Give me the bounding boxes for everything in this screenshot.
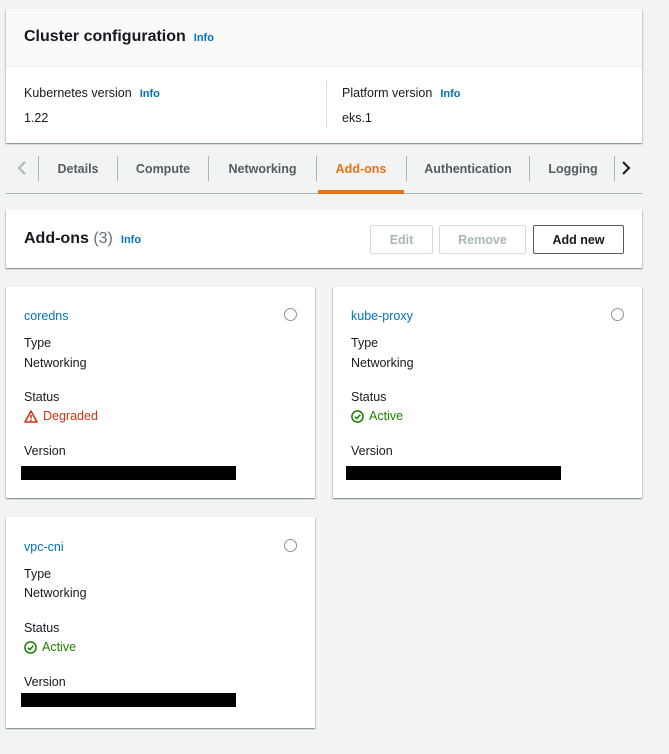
tab-separator — [316, 156, 317, 181]
check-circle-icon — [351, 409, 364, 423]
status-text: Degraded — [43, 409, 98, 423]
version-redacted — [346, 466, 561, 480]
cluster-configuration-title: Cluster configuration — [24, 28, 186, 45]
edit-button[interactable]: Edit — [370, 225, 433, 254]
version-label: Version — [24, 675, 66, 689]
type-label: Type — [351, 336, 379, 350]
version-label: Version — [24, 444, 66, 458]
type-value: Networking — [351, 356, 414, 370]
status-value: Active — [351, 409, 403, 423]
cluster-configuration-info-link[interactable]: Info — [194, 32, 214, 44]
version-label: Version — [351, 444, 393, 458]
add-on-name-link[interactable]: coredns — [24, 309, 68, 323]
type-label: Type — [24, 567, 52, 581]
kubernetes-version-info-link[interactable]: Info — [140, 88, 160, 100]
add-ons-title-row: Add-ons (3) Info — [24, 230, 141, 248]
column-divider — [326, 81, 327, 127]
chevron-right-icon — [622, 161, 631, 175]
add-new-button[interactable]: Add new — [533, 225, 624, 254]
status-label: Status — [24, 621, 60, 635]
cluster-configuration-panel: Cluster configuration Info Kubernetes ver… — [6, 9, 642, 143]
add-ons-count: (3) — [93, 230, 113, 247]
add-ons-info-link[interactable]: Info — [121, 234, 141, 246]
add-on-card-coredns: coredns Type Networking Status Degraded … — [6, 287, 315, 498]
type-value: Networking — [24, 356, 87, 370]
status-value: Degraded — [24, 409, 98, 423]
add-on-select-radio[interactable] — [284, 308, 297, 321]
tab-details[interactable]: Details — [39, 144, 117, 193]
tab-scroll-right-button[interactable] — [615, 156, 637, 180]
status-label: Status — [351, 390, 387, 404]
add-on-name-link[interactable]: kube-proxy — [351, 309, 413, 323]
kubernetes-version-value: 1.22 — [24, 111, 49, 125]
kubernetes-version-label: Kubernetes version — [24, 86, 132, 100]
cluster-configuration-title-row: Cluster configuration Info — [24, 28, 214, 46]
tab-scroll-left-button[interactable] — [11, 156, 33, 180]
type-label: Type — [24, 336, 52, 350]
add-on-name-link[interactable]: vpc-cni — [24, 540, 64, 554]
tab-logging[interactable]: Logging — [530, 144, 616, 193]
platform-version-field: Platform version Info eks.1 — [342, 84, 460, 125]
add-ons-title: Add-ons — [24, 230, 89, 247]
status-label: Status — [24, 390, 60, 404]
add-on-card-kube-proxy: kube-proxy Type Networking Status Active… — [333, 287, 642, 498]
status-value: Active — [24, 640, 76, 654]
add-ons-header-panel: Add-ons (3) Info Edit Remove Add new — [6, 210, 642, 268]
tab-authentication[interactable]: Authentication — [407, 144, 529, 193]
tab-networking[interactable]: Networking — [209, 144, 316, 193]
status-text: Active — [42, 640, 77, 654]
add-on-select-radio[interactable] — [611, 308, 624, 321]
version-redacted — [21, 466, 236, 480]
check-circle-icon — [24, 640, 37, 654]
type-value: Networking — [24, 586, 87, 600]
tab-add-ons[interactable]: Add-ons — [318, 144, 404, 194]
warning-icon — [24, 409, 38, 423]
kubernetes-version-field: Kubernetes version Info 1.22 — [24, 84, 160, 125]
platform-version-label: Platform version — [342, 86, 433, 100]
tab-compute[interactable]: Compute — [118, 144, 208, 193]
status-text: Active — [369, 409, 404, 423]
chevron-left-icon — [17, 161, 26, 175]
add-on-card-vpc-cni: vpc-cni Type Networking Status Active Ve… — [6, 517, 315, 728]
add-on-select-radio[interactable] — [284, 539, 297, 552]
version-redacted — [21, 693, 236, 707]
remove-button[interactable]: Remove — [439, 225, 526, 254]
platform-version-value: eks.1 — [342, 111, 372, 125]
platform-version-info-link[interactable]: Info — [440, 88, 460, 100]
tab-bar: Details Compute Networking Add-ons Authe… — [6, 144, 642, 194]
